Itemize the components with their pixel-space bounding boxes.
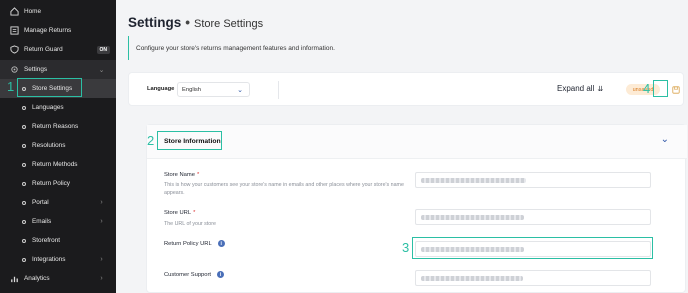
sidebar-item-label: Settings	[24, 66, 48, 73]
breadcrumb: Store Settings	[194, 18, 264, 30]
sidebar-item-label: Languages	[32, 104, 64, 111]
bullet-icon	[22, 162, 26, 167]
chevron-down-icon: ⌄	[237, 87, 243, 94]
redacted-value	[421, 276, 523, 281]
bullet-icon	[22, 219, 26, 224]
field-label-text: Store URL	[164, 210, 192, 216]
sidebar-item-label: Home	[24, 8, 42, 15]
annotation-number: 3	[402, 240, 410, 255]
bullet-icon	[22, 181, 26, 186]
sidebar-item-return-reasons[interactable]: Return Reasons	[0, 117, 116, 136]
sidebar-item-integrations[interactable]: Integrations ›	[0, 250, 116, 269]
store-name-label: Store Name *	[164, 172, 199, 178]
sidebar-item-settings[interactable]: Settings ⌄	[0, 60, 116, 79]
sidebar-item-return-methods[interactable]: Return Methods	[0, 155, 116, 174]
sidebar-item-analytics[interactable]: Analytics ›	[0, 269, 116, 288]
sidebar-item-resolutions[interactable]: Resolutions	[0, 136, 116, 155]
shield-icon	[10, 45, 19, 54]
chevron-right-icon: ›	[100, 256, 103, 263]
chevron-right-icon: ›	[100, 199, 103, 206]
info-icon[interactable]: i	[217, 271, 225, 278]
highlight-box	[17, 78, 82, 97]
chevron-right-icon: ›	[100, 275, 103, 282]
field-label-text: Customer Support	[164, 271, 212, 278]
sidebar-item-label: Manage Returns	[24, 27, 72, 34]
language-label: Language	[147, 86, 175, 92]
page-title-text: Settings	[128, 15, 182, 30]
bullet-icon	[22, 105, 26, 110]
sidebar-item-portal[interactable]: Portal ›	[0, 193, 116, 212]
sidebar-item-return-policy[interactable]: Return Policy	[0, 174, 116, 193]
required-marker: *	[193, 210, 196, 216]
sidebar-item-label: Emails	[32, 218, 52, 225]
info-icon[interactable]: i	[217, 240, 225, 247]
page-title: Settings • Store Settings	[128, 15, 263, 30]
chart-icon	[11, 276, 18, 283]
title-separator: •	[185, 15, 190, 30]
sidebar-item-manage-returns[interactable]: Manage Returns	[0, 21, 116, 40]
sidebar-item-emails[interactable]: Emails ›	[0, 212, 116, 231]
required-marker: *	[196, 172, 200, 178]
save-icon	[671, 85, 680, 94]
store-url-help: The URL of your store	[164, 221, 216, 227]
status-badge: ON	[96, 45, 110, 54]
sidebar-item-home[interactable]: Home	[0, 2, 116, 21]
chevron-down-icon[interactable]: ⌄	[661, 134, 669, 145]
store-name-help: This is how your customers see your stor…	[164, 182, 404, 196]
annotation-number: 2	[147, 133, 155, 148]
bullet-icon	[22, 124, 26, 129]
returns-icon	[10, 26, 19, 35]
bullet-icon	[22, 238, 26, 243]
store-information-card: Store Information ⌄ Store Name * This is …	[146, 124, 687, 293]
language-value: English	[182, 86, 202, 93]
store-name-field[interactable]	[415, 172, 651, 188]
save-button[interactable]	[668, 82, 683, 97]
customer-support-label: Customer Support i	[164, 271, 225, 278]
expand-all-button[interactable]: Expand all ⇊	[557, 84, 603, 93]
sidebar-item-label: Return Policy	[32, 180, 71, 187]
sidebar-item-languages[interactable]: Languages	[0, 98, 116, 117]
expand-all-label: Expand all	[557, 84, 595, 93]
settings-toolbar: Language English ⌄ Expand all ⇊ unsaved	[128, 72, 684, 106]
expand-arrow-icon: ⇊	[597, 86, 604, 93]
field-label-text: Return Policy URL	[164, 240, 212, 247]
sidebar-item-label: Portal	[32, 199, 49, 206]
field-label-text: Store Name	[164, 172, 195, 178]
language-select[interactable]: English ⌄	[177, 82, 250, 97]
sidebar-item-label: Storefront	[32, 237, 61, 244]
highlight-box	[157, 131, 222, 150]
bullet-icon	[22, 200, 26, 205]
redacted-value	[421, 215, 524, 220]
divider	[278, 81, 279, 99]
store-url-label: Store URL *	[164, 210, 195, 216]
card-header[interactable]: Store Information ⌄	[147, 125, 687, 159]
sidebar-item-label: Return Guard	[24, 46, 63, 53]
highlight-box	[412, 237, 653, 259]
sidebar-item-label: Analytics	[24, 275, 50, 282]
sidebar-item-label: Return Reasons	[32, 123, 79, 130]
annotation-number: 1	[7, 79, 15, 94]
sidebar-item-label: Integrations	[32, 256, 66, 263]
chevron-right-icon: ›	[100, 218, 103, 225]
store-url-field[interactable]	[415, 209, 651, 225]
bullet-icon	[22, 143, 26, 148]
gear-icon	[11, 66, 18, 73]
return-policy-url-label: Return Policy URL i	[164, 240, 225, 247]
page-description: Configure your store's returns managemen…	[128, 36, 680, 60]
sidebar: Home Manage Returns Return Guard ON Sett…	[0, 0, 116, 293]
bullet-icon	[22, 257, 26, 262]
annotation-number: 4	[643, 81, 651, 96]
sidebar-item-storefront[interactable]: Storefront	[0, 231, 116, 250]
home-icon	[10, 7, 19, 16]
description-text: Configure your store's returns managemen…	[136, 44, 335, 52]
sidebar-item-label: Resolutions	[32, 142, 66, 149]
chevron-down-icon: ⌄	[98, 66, 105, 74]
sidebar-item-label: Return Methods	[32, 161, 78, 168]
sidebar-item-return-guard[interactable]: Return Guard ON	[0, 40, 116, 59]
customer-support-field[interactable]	[415, 270, 651, 286]
highlight-box	[653, 80, 668, 97]
redacted-value	[421, 178, 526, 183]
